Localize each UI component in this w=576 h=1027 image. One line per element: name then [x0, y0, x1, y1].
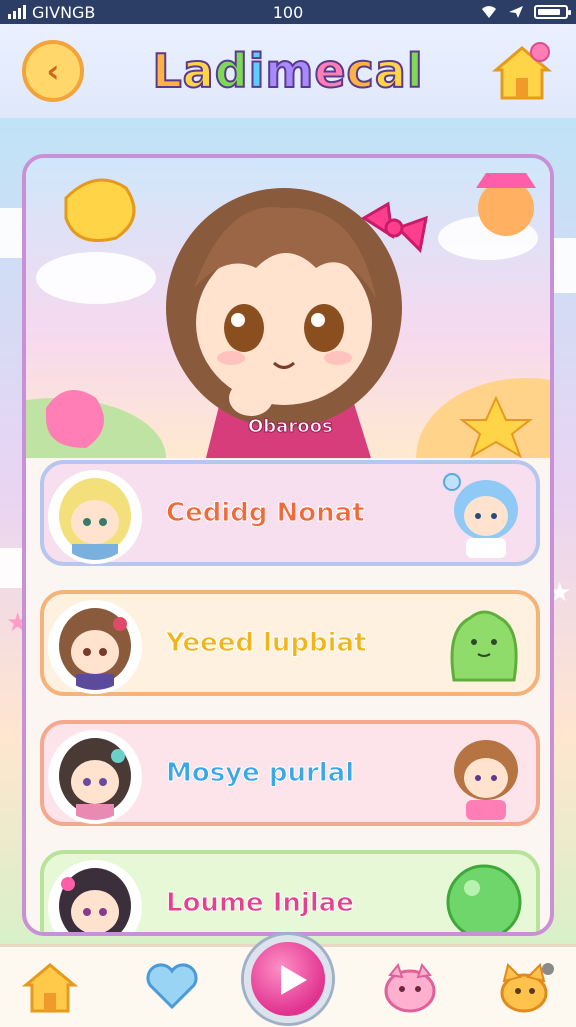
brown-girl-portrait [48, 600, 142, 694]
hero-girl-illustration [26, 173, 550, 538]
play-button[interactable] [244, 935, 332, 1023]
title-letter: a [374, 43, 407, 99]
scene: ★ ★ Obaroos Cedidg Nonat Yeeed lupbiat M… [0, 118, 576, 944]
pig-icon[interactable] [380, 957, 440, 1017]
blonde-girl-portrait [48, 470, 142, 564]
title-letter: c [346, 43, 375, 99]
title-letter: m [264, 43, 315, 99]
dark-hair-girl-portrait [48, 730, 142, 824]
menu-item-1-label: Cedidg Nonat [166, 498, 366, 529]
menu-item-3-label: Mosye purlal [165, 758, 355, 789]
menu-item-2[interactable]: Yeeed lupbiat [40, 590, 540, 696]
title-letter: L [151, 43, 183, 99]
heart-icon[interactable] [142, 957, 202, 1017]
brown-hair-character [454, 740, 518, 820]
house-icon[interactable] [490, 40, 554, 104]
status-bar: GIVNGB 100 [0, 0, 576, 24]
bottom-nav [0, 935, 576, 1027]
battery-fill [538, 9, 561, 15]
menu-item-1[interactable]: Cedidg Nonat [40, 460, 540, 566]
menu-item-4[interactable]: Loume Injlae [40, 850, 540, 932]
shirt-text: Obaroos [248, 416, 334, 438]
status-right [480, 5, 571, 19]
blue-hair-character [443, 473, 518, 558]
title-letter: d [214, 43, 249, 99]
menu-item-3[interactable]: Mosye purlal [40, 720, 540, 826]
cat-icon[interactable] [496, 957, 556, 1017]
title-letter: e [313, 43, 347, 99]
menu-item-4-label: Loume Injlae [166, 888, 355, 919]
main-panel: Obaroos Cedidg Nonat Yeeed lupbiat Mosye… [22, 154, 554, 936]
green-balloon-icon [446, 864, 522, 932]
black-hair-girl-portrait [48, 860, 142, 932]
header: ‹ Ladimecal [0, 24, 576, 121]
home-icon[interactable] [20, 957, 80, 1017]
title-letter: i [248, 43, 266, 99]
hero-area: Obaroos [26, 158, 550, 538]
title-letter: l [406, 43, 424, 99]
wifi-icon [482, 6, 496, 18]
title-letter: a [182, 43, 215, 99]
battery-icon [534, 5, 571, 19]
send-icon [509, 6, 523, 18]
menu-item-2-label: Yeeed lupbiat [166, 628, 368, 659]
green-blob-character [450, 610, 518, 682]
